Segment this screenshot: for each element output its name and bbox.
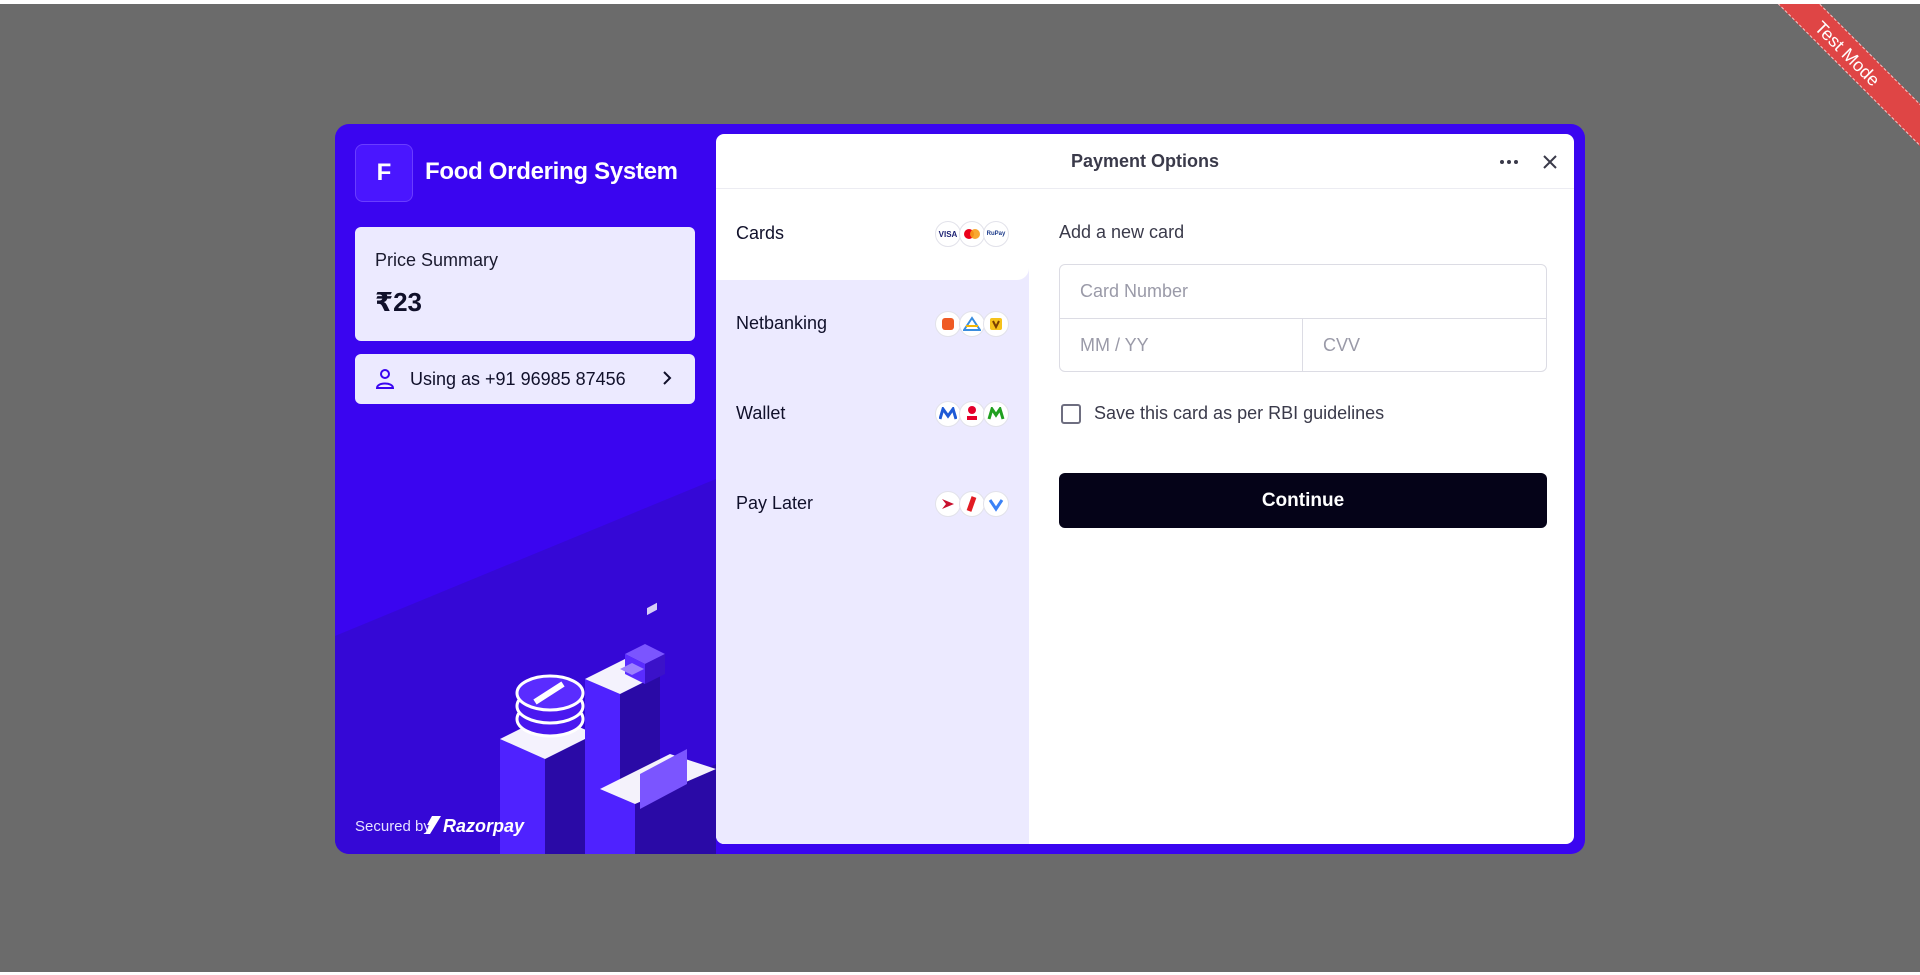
razorpay-logo-icon bbox=[425, 816, 441, 834]
method-netbanking[interactable]: Netbanking bbox=[716, 280, 1029, 370]
price-summary-card: Price Summary ₹23 bbox=[355, 227, 695, 341]
rupay-icon: RuPay bbox=[983, 221, 1009, 247]
wallet-icon bbox=[959, 401, 985, 427]
method-label: Netbanking bbox=[736, 313, 828, 333]
rupay-text: RuPay bbox=[986, 231, 1006, 237]
add-card-title: Add a new card bbox=[1059, 222, 1185, 242]
checkout-modal: F Food Ordering System Price Summary ₹23… bbox=[335, 124, 1585, 854]
panel-header: Payment Options bbox=[716, 134, 1574, 189]
page-title: Payment Options bbox=[1070, 151, 1220, 171]
save-card-checkbox[interactable] bbox=[1061, 404, 1081, 424]
method-label: Wallet bbox=[736, 403, 786, 423]
merchant-name: Food Ordering System bbox=[425, 158, 678, 185]
bank-icon bbox=[935, 311, 961, 337]
method-icons: VISA RuPay bbox=[935, 221, 1009, 247]
merchant-sidebar: F Food Ordering System Price Summary ₹23… bbox=[335, 124, 716, 854]
price-summary-label: Price Summary bbox=[375, 250, 499, 270]
payment-panel: Payment Options Cards VISA RuPay Netbank… bbox=[716, 134, 1574, 844]
merchant-logo: F bbox=[355, 144, 413, 202]
user-icon bbox=[375, 369, 395, 389]
method-wallet[interactable]: Wallet bbox=[716, 370, 1029, 460]
save-card-label: Save this card as per RBI guidelines bbox=[1094, 403, 1385, 423]
price-amount: ₹23 bbox=[375, 287, 423, 317]
method-cards[interactable]: Cards VISA RuPay bbox=[716, 190, 1029, 280]
close-icon[interactable] bbox=[1538, 150, 1562, 174]
merchant-initial: F bbox=[376, 159, 392, 186]
method-pay-later[interactable]: Pay Later bbox=[716, 460, 1029, 550]
visa-icon: VISA bbox=[935, 221, 961, 247]
test-mode-ribbon: Test Mode bbox=[1731, 4, 1920, 170]
method-label: Cards bbox=[736, 223, 785, 243]
bank-icon bbox=[959, 311, 985, 337]
method-icons bbox=[935, 311, 1009, 337]
razorpay-brand: Razorpay bbox=[443, 816, 525, 836]
wallet-icon bbox=[935, 401, 961, 427]
bank-icon bbox=[983, 311, 1009, 337]
mastercard-icon bbox=[959, 221, 985, 247]
payment-methods-list: Cards VISA RuPay Netbanking Wallet Pay L… bbox=[716, 190, 1029, 844]
method-label: Pay Later bbox=[736, 493, 814, 513]
user-contact-button[interactable]: Using as +91 96985 87456 bbox=[355, 354, 695, 404]
modal-backdrop: Test Mode F Food Ordering System Price S… bbox=[0, 4, 1920, 972]
cvv-input[interactable] bbox=[1303, 319, 1546, 371]
card-number-input[interactable] bbox=[1060, 265, 1546, 319]
test-mode-label: Test Mode bbox=[1810, 17, 1884, 91]
paylater-icon bbox=[959, 491, 985, 517]
card-details-form bbox=[1059, 264, 1547, 372]
paylater-icon bbox=[983, 491, 1009, 517]
method-icons bbox=[935, 401, 1009, 427]
secured-by-label: Secured by bbox=[355, 818, 431, 835]
continue-button[interactable]: Continue bbox=[1059, 473, 1547, 528]
visa-text: VISA bbox=[938, 229, 958, 239]
method-icons bbox=[935, 491, 1009, 517]
more-options-icon[interactable] bbox=[1496, 150, 1522, 174]
wallet-icon bbox=[983, 401, 1009, 427]
paylater-icon bbox=[935, 491, 961, 517]
chevron-right-icon bbox=[663, 371, 672, 385]
expiry-input[interactable] bbox=[1060, 319, 1303, 371]
user-contact-label: Using as +91 96985 87456 bbox=[410, 369, 626, 389]
